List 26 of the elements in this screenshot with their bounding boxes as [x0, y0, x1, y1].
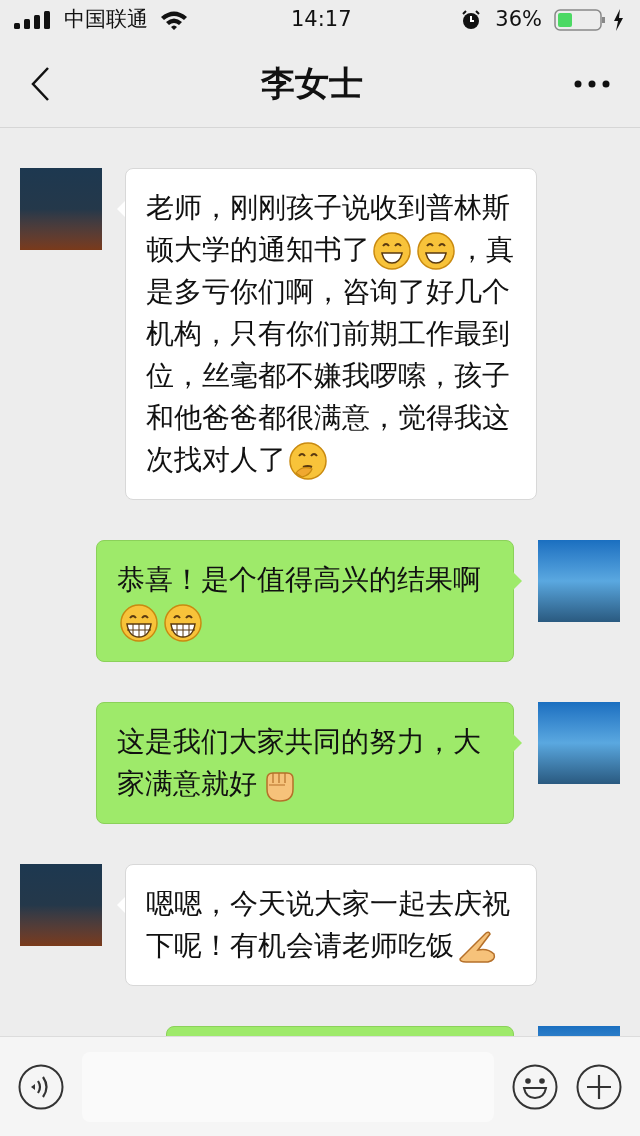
carrier-name: 中国联通 — [64, 6, 148, 34]
grinning-face-icon — [416, 231, 456, 271]
more-icon[interactable] — [574, 79, 610, 88]
back-icon[interactable] — [30, 65, 50, 102]
thinking-face-icon — [288, 441, 328, 481]
message-text: 嗯嗯，今天说大家一起去庆祝下呢！有机会请老师吃饭 — [146, 883, 516, 967]
battery-charging-icon — [554, 9, 626, 31]
avatar-photo[interactable] — [538, 540, 620, 622]
wifi-icon — [160, 10, 188, 30]
laughing-face-icon — [163, 603, 203, 643]
grinning-face-icon — [372, 231, 412, 271]
message-text: 恭喜！是个值得高兴的结果啊 — [117, 559, 493, 643]
emoji-icon[interactable] — [512, 1063, 558, 1110]
battery-percent: 36% — [495, 6, 542, 34]
add-icon[interactable] — [576, 1063, 622, 1110]
alarm-icon — [461, 10, 482, 30]
signal-icon — [14, 11, 50, 29]
avatar-photo[interactable] — [538, 702, 620, 784]
avatar-photo[interactable] — [20, 168, 102, 250]
laughing-face-icon — [119, 603, 159, 643]
message-text: 老师，刚刚孩子说收到普林斯顿大学的通知书了 ，真是多亏你们啊，咨询了好几个机构，只有你们前期工作最到位，丝毫都不嫌我啰嗦，孩子和他爸爸都很满意，觉得我这次找对人了 — [146, 187, 516, 481]
avatar-photo[interactable] — [20, 864, 102, 946]
message-text: 这是我们大家共同的努力，大家满意就好 — [117, 721, 493, 805]
voice-icon[interactable] — [18, 1063, 64, 1110]
chat-title: 李女士 — [261, 62, 363, 105]
clock-time: 14:17 — [291, 6, 352, 34]
